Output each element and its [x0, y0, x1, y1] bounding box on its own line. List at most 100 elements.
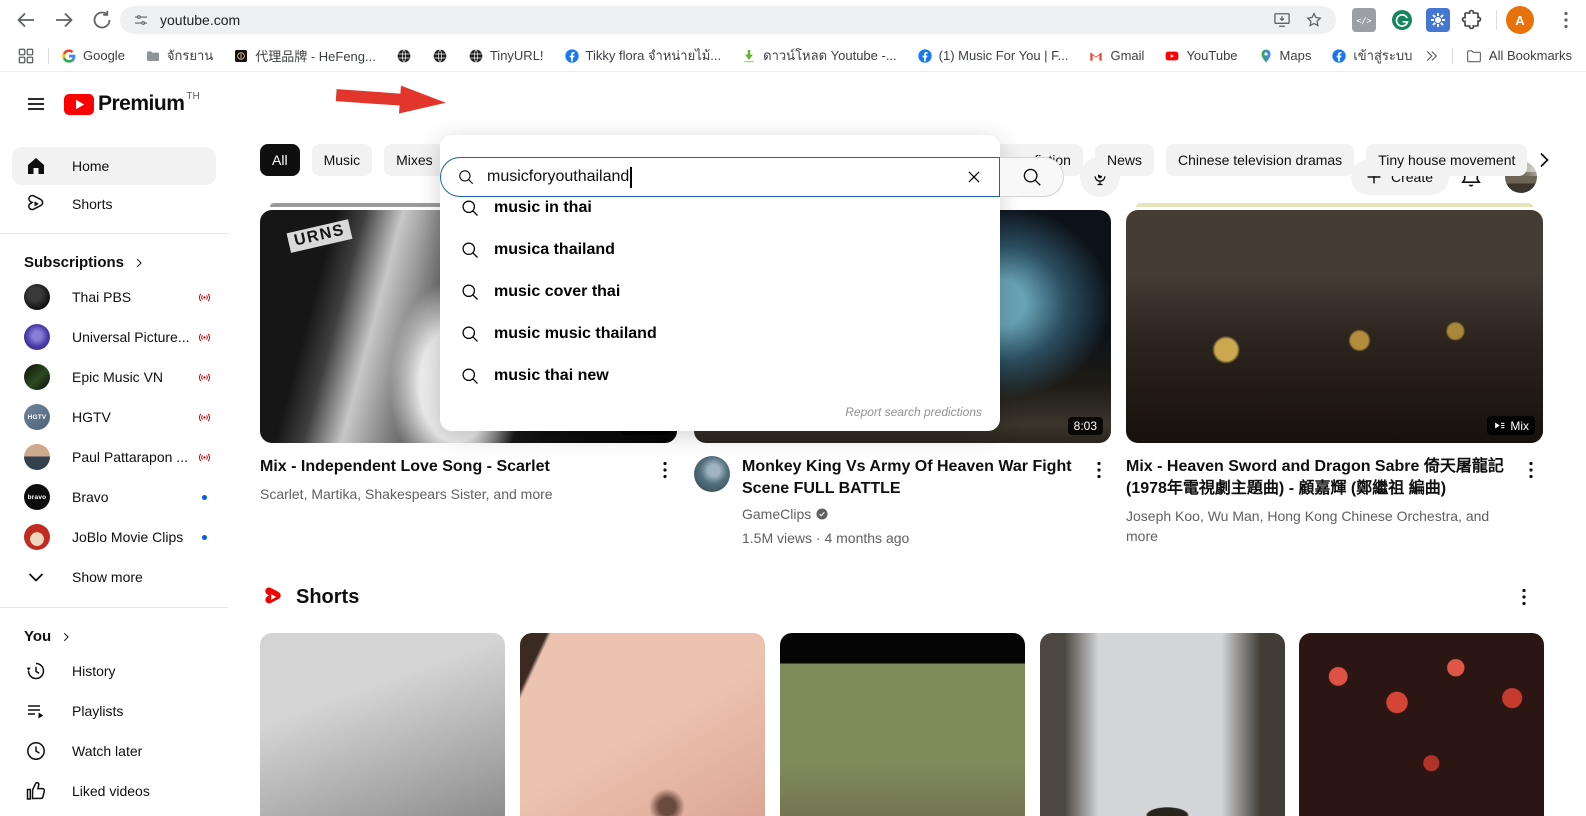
channel-avatar: [24, 284, 50, 310]
show-more-label: Show more: [72, 569, 212, 585]
back-icon[interactable]: [14, 8, 38, 32]
video-stats: 1.5M views · 4 months ago: [742, 528, 1087, 548]
sidebar-channel-item[interactable]: bravoBravo: [0, 477, 228, 517]
short-thumbnail-lantern-courtyard[interactable]: [1299, 633, 1544, 816]
youtube-premium-logo[interactable]: Premium TH: [64, 91, 200, 117]
search-suggestion[interactable]: musica thailand: [440, 229, 1000, 271]
you-header[interactable]: You: [0, 618, 228, 651]
channel-row[interactable]: GameClips: [742, 506, 1087, 522]
hamburger-menu-icon[interactable]: [24, 92, 48, 116]
search-button[interactable]: [1000, 157, 1064, 197]
sidebar-item-history[interactable]: History: [0, 651, 228, 691]
forward-icon[interactable]: [52, 8, 76, 32]
duration-badge: 8:03: [1068, 417, 1103, 435]
filter-chip[interactable]: Music: [312, 144, 373, 176]
search-suggestion[interactable]: music cover thai: [440, 271, 1000, 313]
subscriptions-header[interactable]: Subscriptions: [0, 244, 228, 277]
all-bookmarks-button[interactable]: All Bookmarks: [1489, 48, 1572, 63]
filter-chip[interactable]: Mixes: [384, 144, 445, 176]
bookmark-item[interactable]: YouTube: [1164, 48, 1237, 64]
youtube-favicon-icon: [1164, 48, 1180, 64]
sidebar-item-label: Shorts: [72, 196, 204, 212]
playlist-stack-edge: [1136, 203, 1533, 207]
search-suggestion[interactable]: music music thailand: [440, 313, 1000, 355]
install-app-icon[interactable]: [1272, 10, 1292, 30]
shorts-menu-icon[interactable]: [1512, 585, 1536, 609]
bookmark-item[interactable]: ดาวน์โหลด Youtube -...: [741, 45, 897, 66]
bookmark-item[interactable]: Google: [61, 48, 125, 64]
divider: [48, 48, 49, 64]
bookmark-star-icon[interactable]: [1304, 10, 1324, 30]
extensions-puzzle-icon[interactable]: [1460, 8, 1484, 32]
browser-profile-avatar[interactable]: A: [1506, 6, 1534, 34]
browser-menu-icon[interactable]: [1554, 8, 1578, 32]
filter-chip[interactable]: All: [260, 144, 300, 176]
filter-chip[interactable]: Tiny house movement: [1366, 144, 1527, 176]
sidebar-item-watch-later[interactable]: Watch later: [0, 731, 228, 771]
bookmark-item[interactable]: จักรยาน: [145, 45, 213, 66]
video-menu-icon[interactable]: [653, 458, 677, 482]
sidebar-channel-item[interactable]: JoBlo Movie Clips: [0, 517, 228, 557]
search-suggestion[interactable]: music thai new: [440, 355, 1000, 397]
short-thumbnail-face-closeup[interactable]: [520, 633, 765, 816]
video-title[interactable]: Monkey King Vs Army Of Heaven War Fight …: [742, 456, 1087, 500]
bookmark-label: 代理品牌 - HeFeng...: [255, 46, 376, 65]
bookmarks-overflow-icon[interactable]: [1422, 47, 1440, 65]
sidebar-item-home[interactable]: Home: [12, 147, 216, 185]
search-icon: [457, 168, 475, 186]
video-title[interactable]: Mix - Independent Love Song - Scarlet: [260, 456, 653, 478]
extension-code-icon[interactable]: </>: [1352, 8, 1376, 32]
filter-chip[interactable]: News: [1095, 144, 1154, 176]
short-thumbnail-village-swordsman[interactable]: [780, 633, 1025, 816]
chips-next-icon[interactable]: [1532, 148, 1556, 172]
extension-settings-icon[interactable]: [1426, 8, 1450, 32]
url-bar[interactable]: youtube.com: [120, 6, 1336, 34]
bookmark-item[interactable]: Maps: [1258, 48, 1312, 64]
sidebar-channel-item[interactable]: Universal Picture...: [0, 317, 228, 357]
channel-name[interactable]: GameClips: [742, 506, 811, 522]
sidebar-channel-item[interactable]: Thai PBS: [0, 277, 228, 317]
short-thumbnail-warrior-with-staff[interactable]: [260, 633, 505, 816]
history-icon: [24, 659, 48, 683]
facebook-favicon-icon: [564, 48, 580, 64]
maps-favicon-icon: [1258, 48, 1274, 64]
clear-search-icon[interactable]: [963, 166, 985, 188]
search-input[interactable]: musicforyouthailand: [440, 157, 1000, 197]
video-card[interactable]: Mix Mix - Heaven Sword and Dragon Sabre 倚…: [1126, 203, 1543, 546]
short-thumbnail-leaping-ibex[interactable]: [1040, 633, 1285, 816]
reload-icon[interactable]: [90, 8, 114, 32]
sidebar-item-liked-videos[interactable]: Liked videos: [0, 771, 228, 811]
site-info-icon[interactable]: [132, 11, 150, 29]
bookmark-item[interactable]: Gmail: [1088, 48, 1144, 64]
sidebar-item-shorts[interactable]: Shorts: [12, 185, 216, 223]
sidebar-channel-item[interactable]: Paul Pattarapon ...: [0, 437, 228, 477]
divider: [1452, 48, 1453, 64]
filter-chip[interactable]: Chinese television dramas: [1166, 144, 1354, 176]
bookmark-item[interactable]: 代理品牌 - HeFeng...: [233, 46, 376, 65]
all-bookmarks-folder-icon: [1465, 47, 1483, 65]
bookmark-item[interactable]: Tikky flora จำหน่ายไม้...: [564, 45, 722, 66]
bookmark-item[interactable]: [432, 48, 448, 64]
sidebar-channel-item[interactable]: Epic Music VN: [0, 357, 228, 397]
show-more-button[interactable]: Show more: [0, 557, 228, 597]
you-list: HistoryPlaylistsWatch laterLiked videos: [0, 651, 228, 811]
bookmark-item[interactable]: TinyURL!: [468, 48, 544, 64]
video-text: Mix - Heaven Sword and Dragon Sabre 倚天屠龍…: [1126, 456, 1519, 546]
video-menu-icon[interactable]: [1087, 458, 1111, 482]
apps-grid-icon[interactable]: [16, 46, 36, 66]
bookmark-item[interactable]: เข้าสู่ระบบ Facebook: [1331, 45, 1414, 66]
live-icon: [197, 290, 212, 305]
video-title[interactable]: Mix - Heaven Sword and Dragon Sabre 倚天屠龍…: [1126, 456, 1519, 500]
bookmark-label: เข้าสู่ระบบ Facebook: [1353, 45, 1414, 66]
video-thumbnail[interactable]: Mix: [1126, 210, 1543, 443]
sidebar-channel-item[interactable]: HGTVHGTV: [0, 397, 228, 437]
svg-text:</>: </>: [1356, 17, 1371, 27]
shorts-title: Shorts: [296, 586, 359, 609]
extension-grammarly-icon[interactable]: [1390, 8, 1414, 32]
sidebar-item-playlists[interactable]: Playlists: [0, 691, 228, 731]
bookmark-item[interactable]: (1) Music For You | F...: [917, 48, 1069, 64]
video-menu-icon[interactable]: [1519, 458, 1543, 482]
report-predictions-link[interactable]: Report search predictions: [440, 397, 1000, 427]
channel-avatar[interactable]: [694, 456, 730, 492]
bookmark-item[interactable]: [396, 48, 412, 64]
